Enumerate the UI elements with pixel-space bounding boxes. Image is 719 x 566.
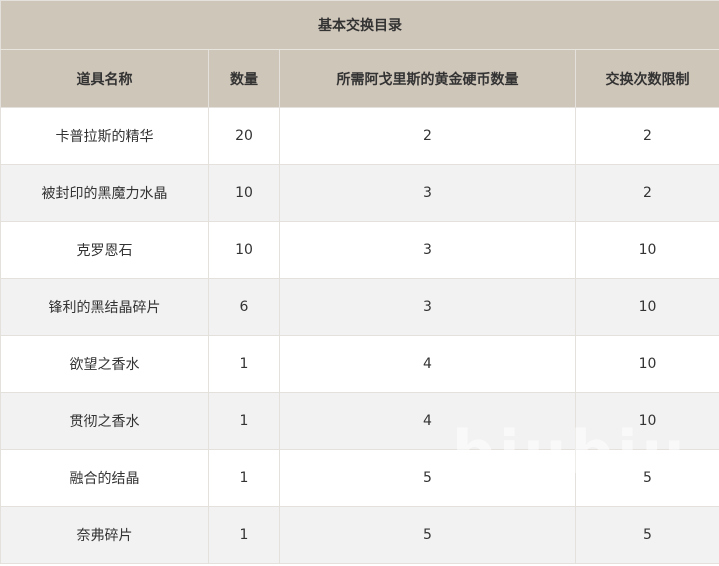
cell-quantity: 1 (208, 392, 280, 450)
exchange-table: 基本交换目录 道具名称 数量 所需阿戈里斯的黄金硬币数量 交换次数限制 卡普拉斯… (0, 0, 719, 564)
cell-quantity: 1 (208, 335, 280, 393)
cell-exchange-limit: 10 (575, 278, 719, 336)
cell-coin-cost: 5 (279, 449, 576, 507)
cell-coin-cost: 3 (279, 278, 576, 336)
cell-coin-cost: 5 (279, 506, 576, 564)
cell-exchange-limit: 5 (575, 506, 719, 564)
cell-exchange-limit: 10 (575, 221, 719, 279)
cell-coin-cost: 3 (279, 164, 576, 222)
cell-item-name: 融合的结晶 (0, 449, 209, 507)
cell-coin-cost: 4 (279, 335, 576, 393)
cell-coin-cost: 4 (279, 392, 576, 450)
cell-coin-cost: 3 (279, 221, 576, 279)
cell-item-name: 卡普拉斯的精华 (0, 107, 209, 165)
table-row: 锋利的黑结晶碎片 6 3 10 (0, 278, 719, 336)
cell-quantity: 1 (208, 449, 280, 507)
table-row: 克罗恩石 10 3 10 (0, 221, 719, 279)
header-quantity: 数量 (208, 49, 280, 108)
table-header-row: 道具名称 数量 所需阿戈里斯的黄金硬币数量 交换次数限制 (0, 49, 719, 108)
table-row: 奈弗碎片 1 5 5 (0, 506, 719, 564)
cell-quantity: 10 (208, 164, 280, 222)
header-coin-cost: 所需阿戈里斯的黄金硬币数量 (279, 49, 576, 108)
table-row: 卡普拉斯的精华 20 2 2 (0, 107, 719, 165)
cell-quantity: 1 (208, 506, 280, 564)
cell-item-name: 欲望之香水 (0, 335, 209, 393)
header-exchange-limit: 交换次数限制 (575, 49, 719, 108)
cell-item-name: 奈弗碎片 (0, 506, 209, 564)
cell-item-name: 贯彻之香水 (0, 392, 209, 450)
header-item-name: 道具名称 (0, 49, 209, 108)
cell-exchange-limit: 2 (575, 107, 719, 165)
cell-exchange-limit: 5 (575, 449, 719, 507)
table-caption: 基本交换目录 (0, 0, 719, 50)
cell-item-name: 被封印的黑魔力水晶 (0, 164, 209, 222)
cell-item-name: 克罗恩石 (0, 221, 209, 279)
cell-coin-cost: 2 (279, 107, 576, 165)
cell-exchange-limit: 2 (575, 164, 719, 222)
cell-item-name: 锋利的黑结晶碎片 (0, 278, 209, 336)
cell-quantity: 10 (208, 221, 280, 279)
table-row: 被封印的黑魔力水晶 10 3 2 (0, 164, 719, 222)
cell-exchange-limit: 10 (575, 392, 719, 450)
table-row: 贯彻之香水 1 4 10 (0, 392, 719, 450)
exchange-table-container: 基本交换目录 道具名称 数量 所需阿戈里斯的黄金硬币数量 交换次数限制 卡普拉斯… (0, 0, 719, 566)
cell-quantity: 6 (208, 278, 280, 336)
cell-quantity: 20 (208, 107, 280, 165)
table-row: 融合的结晶 1 5 5 (0, 449, 719, 507)
table-row: 欲望之香水 1 4 10 (0, 335, 719, 393)
cell-exchange-limit: 10 (575, 335, 719, 393)
